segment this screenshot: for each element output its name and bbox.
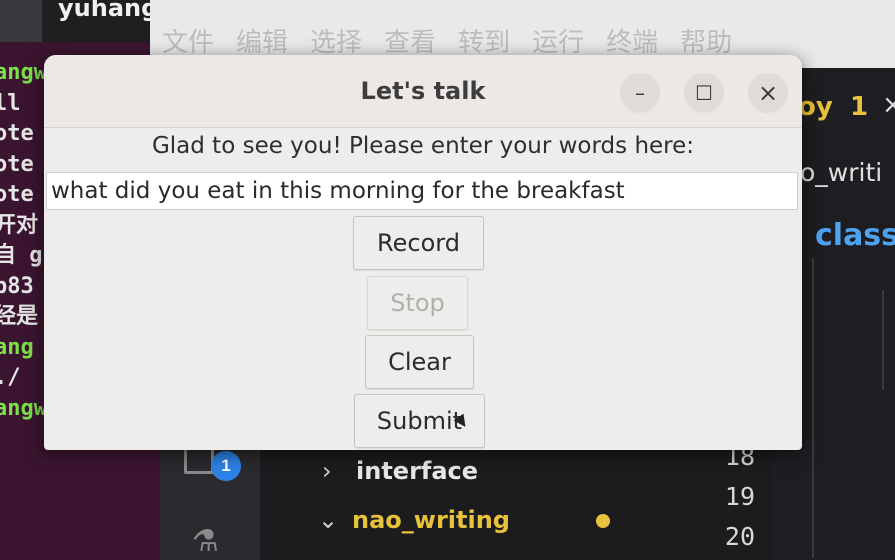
indent-guide xyxy=(882,290,884,390)
editor-tab-label[interactable]: oy xyxy=(798,92,833,122)
chevron-right-icon: › xyxy=(322,457,332,485)
menu-item[interactable]: 终端 xyxy=(606,22,658,59)
close-icon[interactable]: × xyxy=(882,90,895,120)
tree-item-nao-writing[interactable]: ⌄ nao_writing xyxy=(318,506,510,534)
maximize-button[interactable]: ☐ xyxy=(684,73,724,113)
menu-item[interactable]: 查看 xyxy=(384,22,436,59)
modified-indicator xyxy=(596,514,610,528)
menu-item[interactable]: 转到 xyxy=(458,22,510,59)
terminal-tab-bar: yuhang xyxy=(0,0,160,42)
flask-icon[interactable]: ⚗ xyxy=(192,527,219,557)
dialog-titlebar[interactable]: Let's talk – ☐ × xyxy=(44,55,802,128)
code-keyword: class xyxy=(815,218,895,253)
menu-item[interactable]: 帮助 xyxy=(680,22,732,59)
minimize-button[interactable]: – xyxy=(620,73,660,113)
chevron-down-icon: ⌄ xyxy=(318,506,339,534)
activity-badge: 1 xyxy=(211,451,241,481)
terminal-tab-active[interactable] xyxy=(0,0,42,42)
minimize-icon: – xyxy=(635,81,645,105)
clear-button[interactable]: Clear xyxy=(365,335,474,389)
maximize-icon: ☐ xyxy=(695,81,713,105)
menu-item[interactable]: 运行 xyxy=(532,22,584,59)
indent-guide xyxy=(812,258,814,558)
close-button[interactable]: × xyxy=(748,73,788,113)
editor-tab-problem-count: 1 xyxy=(850,92,869,122)
breadcrumb[interactable]: o_writi xyxy=(800,158,882,187)
line-number: 20 xyxy=(724,522,755,551)
stop-button[interactable]: Stop xyxy=(367,276,468,330)
close-icon: × xyxy=(757,79,779,107)
editor-menu: 文件 编辑 选择 查看 转到 运行 终端 帮助 xyxy=(162,22,732,59)
terminal-tab-title[interactable]: yuhang xyxy=(58,0,158,22)
tree-item-label: nao_writing xyxy=(352,506,510,534)
record-button[interactable]: Record xyxy=(353,216,484,270)
tree-item-interface[interactable]: › interface xyxy=(322,457,478,485)
tree-item-label: interface xyxy=(356,457,479,485)
menu-item[interactable]: 文件 xyxy=(162,22,214,59)
words-input[interactable] xyxy=(46,172,798,210)
menu-item[interactable]: 编辑 xyxy=(236,22,288,59)
lets-talk-dialog: Let's talk – ☐ × Glad to see you! Please… xyxy=(44,55,802,450)
menu-item[interactable]: 选择 xyxy=(310,22,362,59)
prompt-label: Glad to see you! Please enter your words… xyxy=(151,133,695,159)
line-number: 19 xyxy=(724,482,755,511)
